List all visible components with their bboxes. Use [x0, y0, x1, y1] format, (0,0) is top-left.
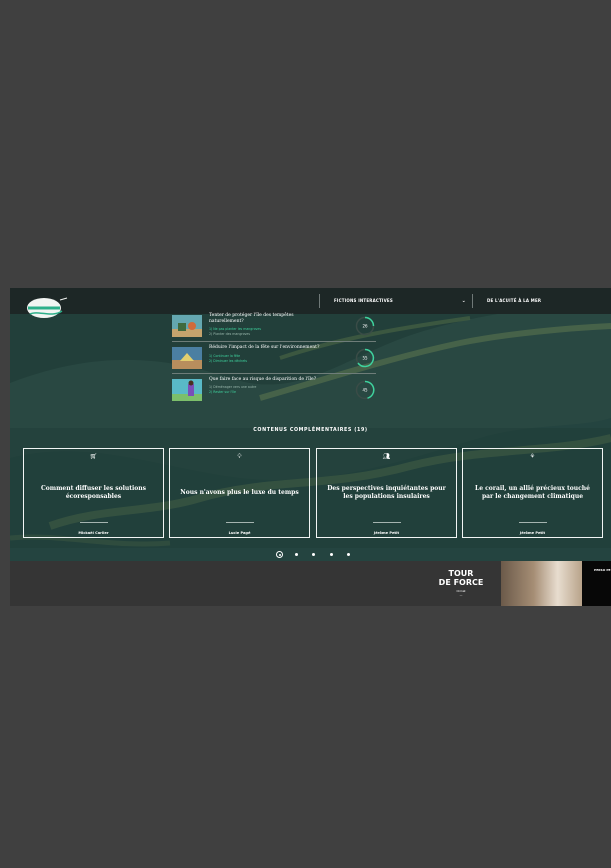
- question-row[interactable]: Que faire face au risque de disparition …: [172, 377, 376, 405]
- card-author: Mickaël Carlier: [78, 531, 109, 535]
- progress-ring: 55: [355, 348, 375, 368]
- banner-dark-panel[interactable]: PERSO PE: [582, 561, 611, 606]
- cart-icon: 🛒︎: [89, 453, 98, 460]
- chevron-down-icon: ⌄: [461, 298, 466, 304]
- section-title: CONTENUS COMPLÉMENTAIRES (19): [253, 428, 368, 433]
- pagination-dot[interactable]: [330, 553, 333, 556]
- question-title: Tenter de protéger l'île des tempêtes na…: [209, 313, 294, 324]
- answer-option[interactable]: 1) Continuer la fête: [209, 354, 329, 358]
- card-title: Comment diffuser les solutions écorespon…: [40, 485, 147, 500]
- footer-banner: TOUR DE FORCE Climat — PERSO PE: [10, 561, 611, 606]
- banner-photo[interactable]: [501, 561, 582, 606]
- divider: [80, 522, 108, 523]
- answer-option[interactable]: 2) Planter des mangroves: [209, 332, 329, 336]
- dropdown-acuite-mer[interactable]: DE L'ACUITÉ À LA MER ⌄: [472, 294, 611, 308]
- answer-option[interactable]: 2) Diminuer les déchets: [209, 359, 329, 363]
- divider: [373, 522, 401, 523]
- people-icon: 👥︎: [382, 453, 391, 460]
- dropdown-fictions-label: FICTIONS INTERACTIVES: [334, 298, 393, 303]
- page: FICTIONS INTERACTIVES ⌄ DE L'ACUITÉ À LA…: [10, 10, 611, 868]
- answer-option[interactable]: 1) Déménager vers une autre: [209, 385, 329, 389]
- content-card[interactable]: ⚘ Le corail, un allié précieux touché pa…: [462, 448, 603, 538]
- pagination-dot-active[interactable]: [276, 551, 283, 558]
- card-author: Jérôme Petit: [519, 531, 546, 535]
- progress-value: 55: [362, 356, 368, 361]
- question-thumbnail: [172, 347, 202, 369]
- banner-title-line2: DE FORCE: [438, 577, 484, 587]
- tour-de-force-block[interactable]: TOUR DE FORCE Climat —: [428, 569, 494, 597]
- answer-option[interactable]: 2) Rester sur l'île: [209, 390, 329, 394]
- dropdown-fictions-interactives[interactable]: FICTIONS INTERACTIVES ⌄: [319, 294, 468, 308]
- divider: [519, 522, 547, 523]
- web-content-frame: FICTIONS INTERACTIVES ⌄ DE L'ACUITÉ À LA…: [10, 288, 611, 606]
- pagination-dot[interactable]: [347, 553, 350, 556]
- top-navigation-bar: FICTIONS INTERACTIVES ⌄ DE L'ACUITÉ À LA…: [10, 288, 611, 318]
- content-card[interactable]: 👥︎ Des perspectives inquiétantes pour le…: [316, 448, 457, 538]
- question-thumbnail: [172, 315, 202, 337]
- question-title: Réduire l'impact de la fête sur l'enviro…: [209, 345, 320, 350]
- progress-value: 45: [362, 388, 368, 393]
- question-row[interactable]: Tenter de protéger l'île des tempêtes na…: [172, 313, 376, 342]
- card-author: Lucie Pagé: [228, 531, 251, 535]
- content-card[interactable]: 🛒︎ Comment diffuser les solutions écores…: [23, 448, 164, 538]
- card-title: Nous n'avons plus le luxe du temps: [180, 489, 299, 496]
- card-author: Jérôme Petit: [373, 531, 400, 535]
- dropdown-acuite-label: DE L'ACUITÉ À LA MER: [487, 298, 542, 303]
- lightbulb-icon: 💡︎: [237, 453, 242, 460]
- answer-option[interactable]: 1) Ne pas planter les mangroves: [209, 327, 329, 331]
- divider: [226, 522, 254, 523]
- progress-value: 26: [362, 324, 368, 329]
- pagination-dot[interactable]: [312, 553, 315, 556]
- coral-icon: ⚘: [529, 453, 536, 460]
- question-thumbnail: [172, 379, 202, 401]
- question-title: Que faire face au risque de disparition …: [209, 377, 317, 382]
- content-card[interactable]: 💡︎ Nous n'avons plus le luxe du temps Lu…: [169, 448, 310, 538]
- banner-dark-text: PERSO PE: [594, 568, 611, 572]
- pagination-dot[interactable]: [295, 553, 298, 556]
- card-title: Des perspectives inquiétantes pour les p…: [327, 485, 446, 500]
- banner-extra: —: [459, 593, 463, 597]
- progress-ring: 45: [355, 380, 375, 400]
- card-title: Le corail, un allié précieux touché par …: [475, 485, 590, 500]
- progress-ring: 26: [355, 316, 375, 336]
- climat-logo[interactable]: [22, 296, 70, 318]
- question-row[interactable]: Réduire l'impact de la fête sur l'enviro…: [172, 345, 376, 374]
